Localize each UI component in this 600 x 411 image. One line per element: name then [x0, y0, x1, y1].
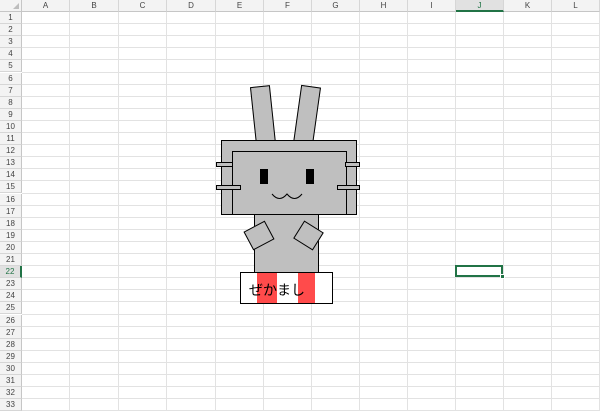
row-header-6[interactable]: 6 [0, 72, 22, 85]
row-header-16[interactable]: 16 [0, 193, 22, 206]
right-side-bolt-bottom[interactable] [337, 185, 360, 190]
row-header-31[interactable]: 31 [0, 375, 22, 388]
row-header-13[interactable]: 13 [0, 157, 22, 170]
row-gridline [22, 35, 600, 37]
left-side-bolt-bottom[interactable] [216, 185, 241, 190]
column-header-J[interactable]: J [456, 0, 504, 12]
row-header-19[interactable]: 19 [0, 229, 22, 242]
row-header-7[interactable]: 7 [0, 84, 22, 97]
column-header-H[interactable]: H [360, 0, 408, 12]
row-gridline [22, 83, 600, 85]
row-header-29[interactable]: 29 [0, 350, 22, 363]
row-header-21[interactable]: 21 [0, 254, 22, 267]
row-header-14[interactable]: 14 [0, 169, 22, 182]
row-header-20[interactable]: 20 [0, 241, 22, 254]
name-plate[interactable]: ぜかまし [240, 272, 333, 304]
column-header-B[interactable]: B [70, 0, 119, 12]
row-gridline [22, 398, 600, 400]
row-header-32[interactable]: 32 [0, 387, 22, 400]
row-header-17[interactable]: 17 [0, 205, 22, 218]
row-header-3[interactable]: 3 [0, 36, 22, 49]
column-header-D[interactable]: D [167, 0, 216, 12]
spreadsheet-grid[interactable]: ABCDEFGHIJKL 1 2 3 4 5 6 7 8 9 10 11 12 13 14 15 16 17 18… [0, 0, 600, 411]
row-gridline [22, 349, 600, 351]
column-header-E[interactable]: E [216, 0, 264, 12]
row-header-9[interactable]: 9 [0, 108, 22, 121]
name-label: ぜかまし [249, 283, 305, 299]
row-header-26[interactable]: 26 [0, 314, 22, 327]
row-header-5[interactable]: 5 [0, 60, 22, 73]
row-gridline [22, 361, 600, 363]
row-header-15[interactable]: 15 [0, 181, 22, 194]
row-gridline [22, 374, 600, 375]
column-header-L[interactable]: L [552, 0, 600, 12]
row-gridline [22, 23, 600, 25]
right-eye[interactable] [306, 169, 314, 184]
left-ear-shape[interactable] [249, 85, 277, 146]
row-header-24[interactable]: 24 [0, 290, 22, 303]
right-ear-shape[interactable] [292, 84, 322, 147]
select-all-corner[interactable] [0, 0, 22, 12]
left-eye[interactable] [260, 169, 268, 184]
row-gridline [22, 386, 600, 388]
row-header-18[interactable]: 18 [0, 217, 22, 230]
row-header-12[interactable]: 12 [0, 145, 22, 158]
row-header-22[interactable]: 22 [0, 266, 22, 279]
row-header-4[interactable]: 4 [0, 48, 22, 61]
fill-handle[interactable] [500, 274, 505, 279]
column-header-I[interactable]: I [408, 0, 456, 12]
row-header-2[interactable]: 2 [0, 24, 22, 37]
head-inner-shape[interactable] [232, 151, 347, 215]
row-header-25[interactable]: 25 [0, 302, 22, 315]
row-gridline [22, 59, 600, 61]
column-header-A[interactable]: A [22, 0, 70, 12]
mouth-shape[interactable] [271, 191, 303, 205]
row-header-27[interactable]: 27 [0, 326, 22, 339]
row-header-23[interactable]: 23 [0, 278, 22, 291]
column-header-C[interactable]: C [119, 0, 167, 12]
row-header-10[interactable]: 10 [0, 120, 22, 133]
row-header-33[interactable]: 33 [0, 399, 22, 411]
column-header-K[interactable]: K [504, 0, 552, 12]
row-gridline [22, 325, 600, 327]
column-header-G[interactable]: G [312, 0, 360, 12]
row-header-1[interactable]: 1 [0, 12, 22, 25]
row-header-28[interactable]: 28 [0, 338, 22, 351]
selected-cell-J22[interactable] [455, 265, 503, 277]
row-gridline [22, 47, 600, 49]
row-header-30[interactable]: 30 [0, 362, 22, 375]
column-header-F[interactable]: F [264, 0, 312, 12]
row-gridline [22, 337, 600, 339]
right-side-bolt-top[interactable] [345, 162, 360, 167]
left-side-bolt-top[interactable] [216, 162, 233, 167]
row-header-11[interactable]: 11 [0, 133, 22, 146]
row-header-8[interactable]: 8 [0, 96, 22, 109]
row-gridline [22, 71, 600, 73]
row-gridline [22, 313, 600, 315]
